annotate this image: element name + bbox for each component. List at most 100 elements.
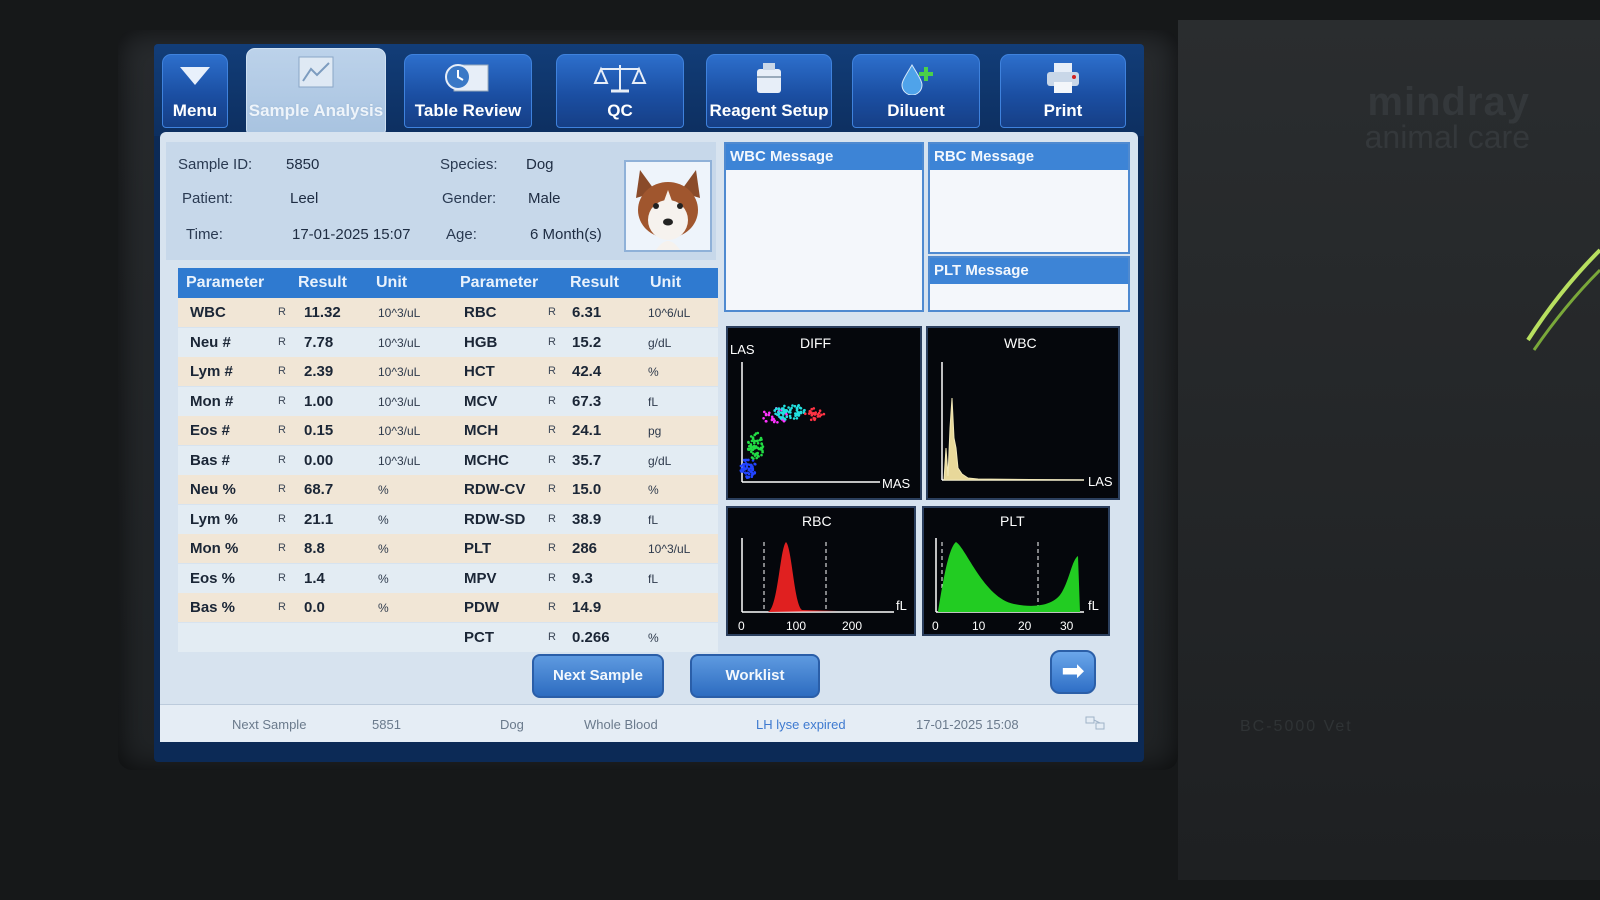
plt-tick-0: 0 [932,619,939,633]
tab-qc[interactable]: QC [556,54,684,128]
brand-logo: mindray animal care [1364,80,1530,155]
tab-print[interactable]: Print [1000,54,1126,128]
param-unit: % [378,601,389,615]
clock-table-icon [405,61,531,97]
age-label: Age: [446,226,477,243]
plt-graph-unit: fL [1088,598,1099,613]
diff-scatter-point [749,447,752,451]
diff-scatter-point [744,472,748,475]
table-row: Mon # R 1.00 10^3/uL MCV R 67.3 fL [178,386,718,416]
param-result: 0.15 [304,422,334,439]
param-result: 7.78 [304,333,334,351]
param-unit: 10^3/uL [378,306,421,320]
rbc-graph-unit: fL [896,598,907,613]
diff-scatter-point [745,466,749,469]
network-icon [1084,713,1106,736]
diff-scatter-point [751,448,755,451]
param-name-2: PLT [464,540,492,557]
param-result: 0.0 [304,599,325,616]
plt-graph-title: PLT [1000,513,1025,529]
param-name: Eos % [190,569,236,587]
param-name: Neu # [190,333,231,351]
diff-scatter-point [770,415,774,419]
scale-icon [557,61,683,97]
dog-avatar-icon [624,160,712,252]
next-sample-button[interactable]: Next Sample [532,654,664,698]
param-name-2: PCT [464,628,494,646]
param-name-2: HCT [464,363,495,380]
param-flag: R [278,306,286,318]
table-row: WBC R 11.32 10^3/uL RBC R 6.31 10^6/uL [178,298,718,327]
param-unit: 10^3/uL [378,453,421,468]
param-unit: 10^3/uL [378,424,421,438]
param-flag-2: R [548,453,556,466]
diff-scatter-point [816,415,820,418]
diff-scatter-point [748,463,751,467]
next-page-arrow-icon[interactable]: ➡ [1050,650,1096,694]
param-unit-2: % [648,365,659,379]
param-flag: R [278,542,286,554]
menu-button[interactable]: Menu [162,54,228,128]
diff-scatter-point [753,462,756,466]
param-name-2: RDW-CV [464,481,526,498]
rbc-message-panel: RBC Message [928,142,1130,254]
diff-scatter-point [739,464,743,468]
diff-scatter-point [774,412,777,416]
tab-diluent[interactable]: Diluent [852,54,980,128]
diff-scatter-point [793,404,797,408]
diff-scatter-point [747,472,751,476]
param-result-2: 15.0 [572,481,602,498]
param-name: Bas # [190,451,231,469]
diff-scatter-point [750,450,753,454]
param-flag-2: R [548,542,556,554]
time-label: Time: [186,226,223,243]
tab-reagent-setup[interactable]: Reagent Setup [706,54,832,128]
wbc-graph-title: WBC [1004,335,1037,351]
param-result: 0.00 [304,451,334,469]
tab-sample-analysis[interactable]: Sample Analysis [246,48,386,134]
next-sample-label: Next Sample [232,717,307,732]
param-result: 1.00 [304,392,334,410]
diff-scatter-point [792,417,796,420]
diff-scatter-point [777,408,781,411]
param-unit-2: fL [648,571,659,586]
param-result: 1.4 [304,569,325,587]
diff-scatter-point [809,418,813,422]
diff-scatter-point [757,447,761,451]
param-unit-2: % [648,483,659,497]
diff-scatter-point [822,412,826,416]
tab-table-review[interactable]: Table Review [404,54,532,128]
diff-scatter-point [747,440,750,444]
diff-scatter-point [789,408,792,411]
param-unit-2: pg [648,424,662,438]
warning-message[interactable]: LH lyse expired [756,717,846,732]
rbc-tick-0: 0 [738,619,745,633]
param-flag-2: R [548,571,556,584]
table-row: Lym # R 2.39 10^3/uL HCT R 42.4% [178,357,718,386]
param-result-2: 15.2 [572,333,602,351]
diff-scatter-point [795,406,799,410]
diff-scatter-point [768,411,771,415]
param-name: Lym % [190,510,238,528]
gender-value: Male [528,190,561,207]
diff-scatter-point [789,416,792,420]
diff-scatter-point [795,417,799,420]
species-value: Dog [526,156,554,173]
diff-scatter-point [752,457,755,460]
table-row: Neu % R 68.7% RDW-CV R 15.0% [178,475,718,504]
diff-scatter-point [785,413,788,416]
wbc-message-panel: WBC Message [724,142,924,312]
diff-scatter-point [802,409,806,412]
param-result-2: 24.1 [572,422,602,439]
param-result-2: 42.4 [572,363,602,380]
worklist-button[interactable]: Worklist [690,654,820,698]
drop-plus-icon [853,61,979,97]
diff-scatter-point [765,420,768,423]
diff-scatter-point [756,451,759,455]
cable [1526,248,1600,351]
diff-scatter-point [767,413,771,417]
diff-y-label: LAS [730,342,755,357]
param-unit: % [378,542,389,556]
diff-scatter-point [785,415,789,418]
diff-title: DIFF [800,335,831,351]
